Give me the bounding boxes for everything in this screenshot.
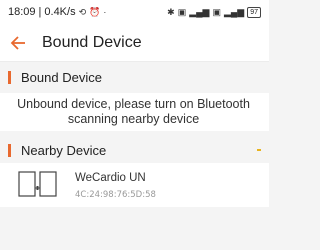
page-title: Bound Device [42, 33, 142, 51]
signal-icon-2: ▂▄▆ [223, 6, 245, 17]
device-icon [18, 171, 57, 197]
section-accent-bar [8, 70, 11, 84]
status-separator: | [38, 6, 42, 18]
nearby-device-title: Nearby Device [21, 142, 107, 158]
hd-icon: ▣ [177, 6, 187, 17]
section-accent-bar [8, 143, 11, 157]
unbound-message: Unbound device, please turn on Bluetooth… [0, 93, 269, 131]
device-name: WeCardio UN [75, 172, 146, 184]
unbound-message-text: Unbound device, please turn on Bluetooth… [17, 97, 250, 126]
status-left: 18:09 | 0.4K/s ⟲ ⏰ · [8, 6, 106, 18]
status-speed: 0.4K/s [44, 6, 76, 18]
data-saver-icon: ⟲ [78, 6, 87, 17]
nearby-device-header: Nearby Device [0, 137, 269, 163]
navbar: Bound Device [0, 24, 269, 62]
back-arrow-icon [10, 35, 25, 50]
dot-icon: · [103, 7, 107, 17]
bound-device-title: Bound Device [21, 69, 102, 85]
bluetooth-icon: ✱ [167, 6, 175, 17]
bound-device-header: Bound Device [0, 64, 269, 90]
battery-icon: 97 [247, 6, 261, 18]
scanning-spinner-icon [257, 149, 261, 151]
signal-icon: ▂▄▆ [189, 6, 210, 17]
device-list-item[interactable]: WeCardio UN 4C:24:98:76:5D:58 [0, 163, 269, 207]
device-mac: 4C:24:98:76:5D:58 [75, 190, 156, 200]
alarm-icon: ⏰ [89, 6, 101, 17]
hd-icon-2: ▣ [212, 6, 221, 17]
empty-area [0, 207, 269, 250]
back-button[interactable] [10, 35, 26, 51]
status-time: 18:09 [8, 6, 36, 18]
status-right: ✱ ▣ ▂▄▆ ▣ ▂▄▆ 97 [167, 6, 261, 18]
status-bar: 18:09 | 0.4K/s ⟲ ⏰ · ✱ ▣ ▂▄▆ ▣ ▂▄▆ 97 [0, 0, 269, 24]
